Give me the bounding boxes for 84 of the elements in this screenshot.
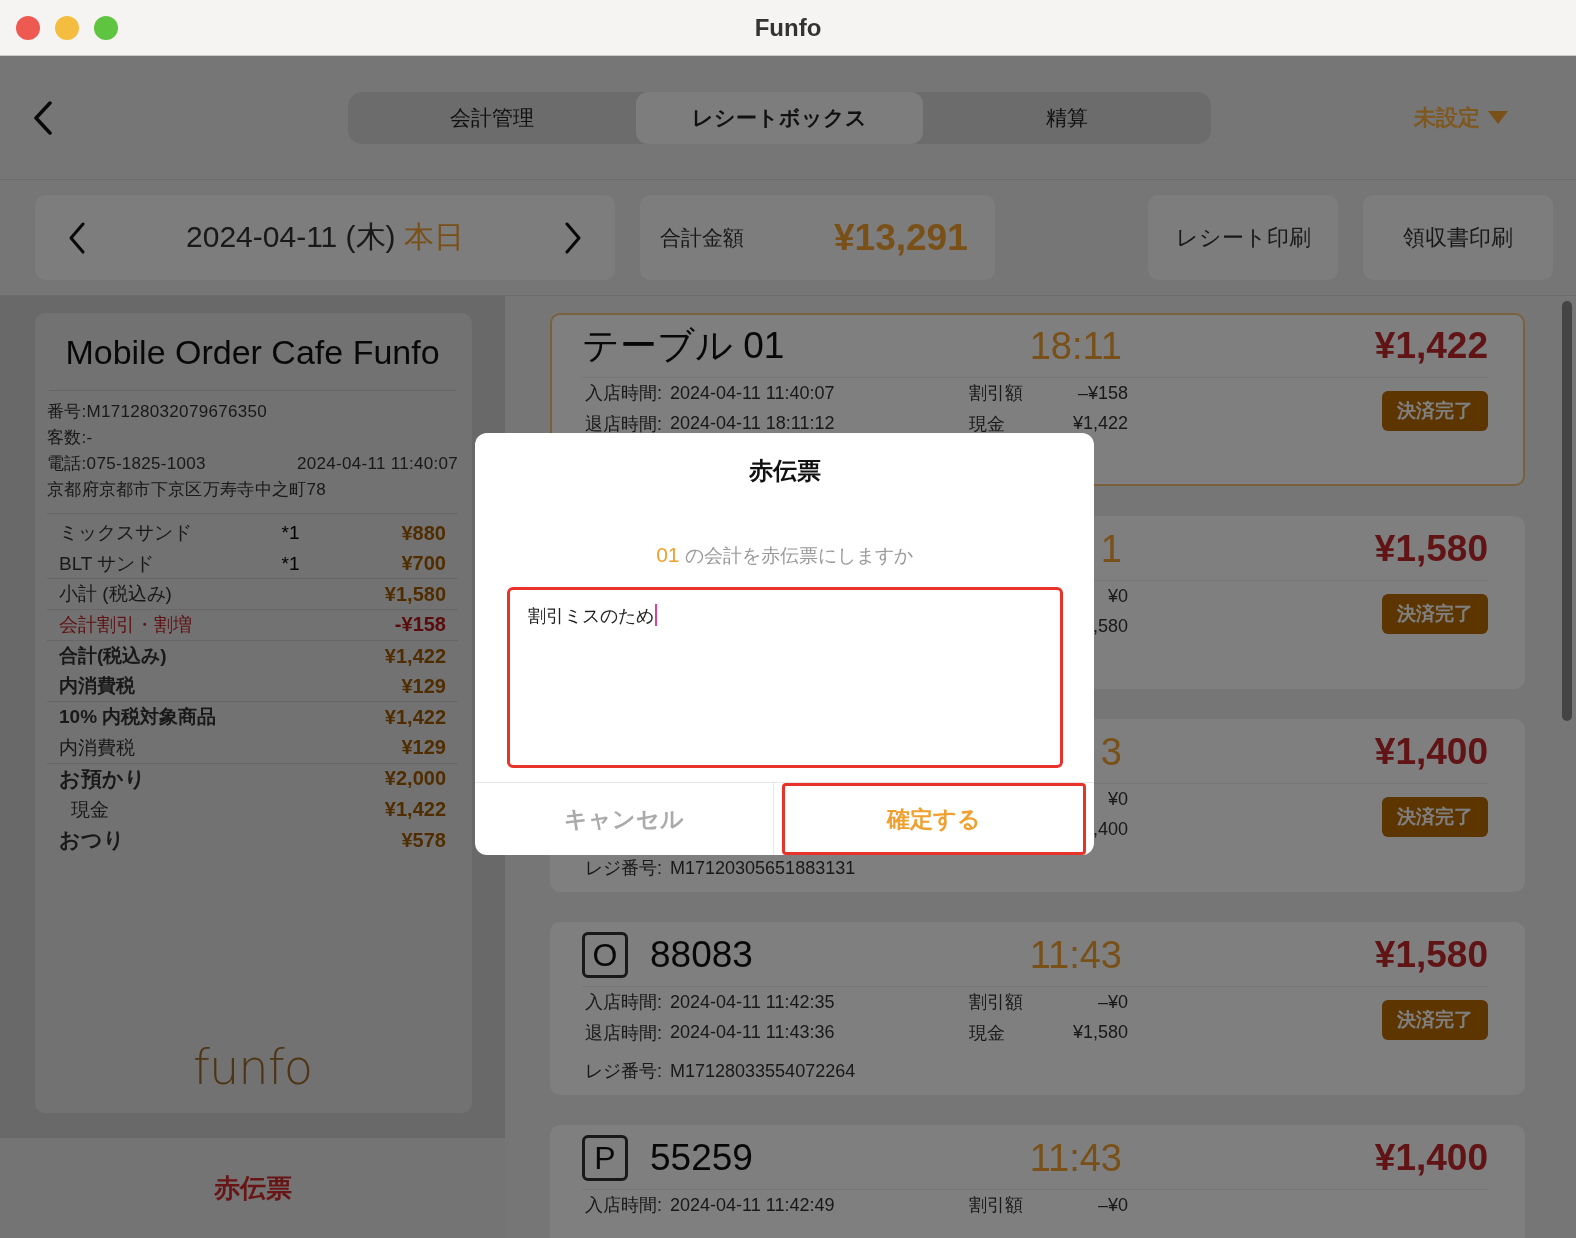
guest-count: 客数:- bbox=[47, 427, 94, 449]
phone-number: 電話:075-1825-1003 bbox=[47, 453, 206, 475]
line-label: 小計 (税込み) bbox=[59, 582, 173, 607]
discount-label: 割引額 bbox=[969, 991, 1023, 1014]
discount-label: 割引額 bbox=[969, 382, 1023, 405]
discount-amount: ¥0 bbox=[1107, 788, 1128, 810]
discount-amount: –¥0 bbox=[1097, 1194, 1128, 1216]
line-amount: ¥880 bbox=[401, 521, 446, 545]
register-number: M17120305651883131 bbox=[670, 857, 856, 879]
status-badge: 決済完了 bbox=[1382, 594, 1488, 634]
cash-label: 現金 bbox=[969, 1021, 1005, 1045]
line-amount: ¥1,580 bbox=[384, 582, 446, 606]
discount-amount: ¥0 bbox=[1107, 585, 1128, 607]
line-quantity: *1 bbox=[281, 522, 301, 545]
total-amount: ¥13,291 bbox=[834, 216, 968, 259]
exit-time-label: 退店時間: bbox=[585, 1021, 662, 1045]
order-time: 1 bbox=[1099, 527, 1122, 571]
line-label: 内消費税 bbox=[59, 735, 136, 760]
order-total: ¥1,580 bbox=[1373, 934, 1488, 976]
cash-amount: ¥1,580 bbox=[1072, 1022, 1128, 1043]
date-label: 2024-04-11 (木) 本日 bbox=[186, 219, 464, 255]
order-type-badge: P bbox=[582, 1135, 628, 1181]
line-amount: ¥2,000 bbox=[384, 767, 446, 791]
line-label: おつり bbox=[59, 827, 126, 854]
line-label: 会計割引・割増 bbox=[59, 612, 193, 637]
receipt-datetime: 2024-04-11 11:40:07 bbox=[296, 453, 458, 475]
line-label: 内消費税 bbox=[59, 674, 136, 699]
line-quantity: *1 bbox=[281, 552, 301, 575]
line-amount: ¥1,422 bbox=[384, 798, 446, 822]
line-label: お預かり bbox=[59, 765, 147, 792]
order-time: 18:11 bbox=[1028, 324, 1122, 368]
status-badge: 決済完了 bbox=[1382, 391, 1488, 431]
discount-label: 割引額 bbox=[969, 1194, 1023, 1217]
entry-time: 2024-04-11 11:42:49 bbox=[670, 1194, 835, 1216]
dialog-message: 01 の会計を赤伝票にしますか bbox=[656, 543, 913, 568]
line-label: ミックスサンド bbox=[59, 521, 193, 546]
entry-time-label: 入店時間: bbox=[585, 991, 662, 1014]
line-amount: ¥1,422 bbox=[384, 644, 446, 668]
order-time: 3 bbox=[1099, 730, 1122, 774]
line-amount: -¥158 bbox=[394, 613, 446, 637]
store-name: Mobile Order Cafe Funfo bbox=[49, 333, 456, 391]
line-amount: ¥578 bbox=[401, 828, 446, 852]
order-total: ¥1,400 bbox=[1373, 731, 1488, 773]
line-amount: ¥700 bbox=[401, 552, 446, 576]
order-total: ¥1,580 bbox=[1373, 528, 1488, 570]
entry-time-label: 入店時間: bbox=[585, 1194, 662, 1217]
receipt-number: 番号:M17128032079676350 bbox=[47, 401, 268, 423]
line-label: 合計(税込み) bbox=[59, 644, 168, 669]
order-name: 55259 bbox=[650, 1137, 753, 1179]
status-badge: 決済完了 bbox=[1382, 1000, 1488, 1040]
window-title: Funfo bbox=[753, 13, 823, 42]
line-amount: ¥129 bbox=[401, 674, 446, 698]
line-label: 10% 内税対象商品 bbox=[59, 705, 218, 730]
cash-amount: ¥1,422 bbox=[1072, 413, 1128, 434]
order-name: テーブル 01 bbox=[582, 324, 785, 368]
exit-time-label: 退店時間: bbox=[585, 412, 662, 436]
line-amount: ¥1,422 bbox=[384, 705, 446, 729]
order-type-badge: O bbox=[582, 932, 628, 978]
cash-amount: ,400 bbox=[1092, 819, 1128, 840]
order-name: 88083 bbox=[650, 934, 753, 976]
cash-label: 現金 bbox=[969, 412, 1005, 436]
address: 京都府京都市下京区万寿寺中之町78 bbox=[47, 479, 327, 501]
order-total: ¥1,422 bbox=[1373, 325, 1488, 367]
register-number-label: レジ番号: bbox=[585, 857, 662, 880]
order-total: ¥1,400 bbox=[1373, 1137, 1488, 1179]
entry-time: 2024-04-11 11:42:35 bbox=[670, 991, 835, 1013]
dialog-title: 赤伝票 bbox=[748, 456, 821, 486]
entry-time-label: 入店時間: bbox=[585, 382, 662, 405]
register-number: M17128033554072264 bbox=[670, 1060, 856, 1082]
total-label: 合計金額 bbox=[660, 224, 744, 251]
discount-amount: –¥158 bbox=[1077, 382, 1128, 404]
discount-amount: –¥0 bbox=[1097, 991, 1128, 1013]
line-amount: ¥129 bbox=[401, 736, 446, 760]
order-time: 11:43 bbox=[1028, 933, 1122, 977]
receipt-logo: funfo bbox=[192, 1039, 313, 1095]
status-badge: 決済完了 bbox=[1382, 797, 1488, 837]
order-time: 11:43 bbox=[1028, 1136, 1122, 1180]
exit-time: 2024-04-11 18:11:12 bbox=[670, 413, 835, 434]
entry-time: 2024-04-11 11:40:07 bbox=[670, 382, 835, 404]
cash-amount: ,580 bbox=[1092, 616, 1128, 637]
line-label: BLT サンド bbox=[59, 551, 156, 576]
exit-time: 2024-04-11 11:43:36 bbox=[670, 1022, 835, 1043]
line-label: 現金 bbox=[70, 797, 110, 822]
register-number-label: レジ番号: bbox=[585, 1060, 662, 1083]
